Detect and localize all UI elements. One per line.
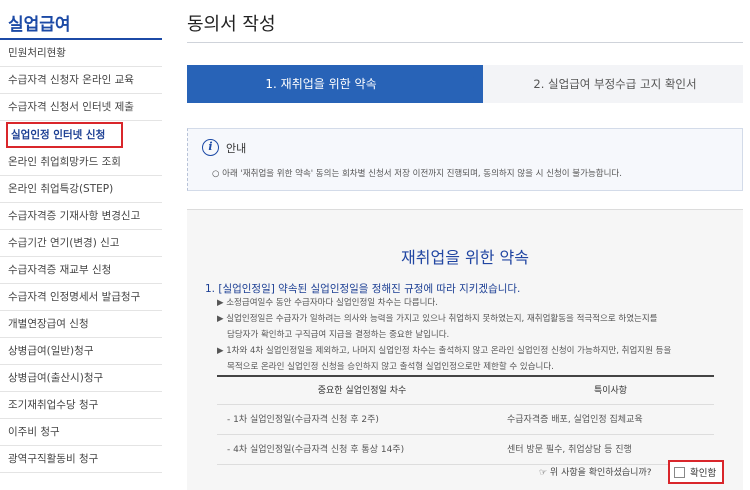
sidebar-item-reissue[interactable]: 수급자격증 재교부 신청 [0, 257, 162, 284]
sidebar-item-online-education[interactable]: 수급자격 신청자 온라인 교육 [0, 67, 162, 94]
sidebar-item-complaint-status[interactable]: 민원처리현황 [0, 40, 162, 67]
sidebar-item-job-card[interactable]: 온라인 취업희망카드 조회 [0, 149, 162, 176]
sidebar-item-change-report[interactable]: 수급자격증 기재사항 변경신고 [0, 203, 162, 230]
page-title: 동의서 작성 [187, 14, 276, 35]
confirm-checkbox-wrapper[interactable]: 확인함 [668, 460, 724, 484]
bullet-first-fourth: ▶ 1차와 4차 실업인정일을 제외하고, 나머지 실업인정 차수는 출석하지 … [217, 346, 672, 356]
sidebar-title: 실업급여 [0, 0, 162, 40]
sidebar-item-relocation[interactable]: 이주비 청구 [0, 419, 162, 446]
notice-title: 안내 [226, 141, 247, 155]
notice-header: i 안내 [202, 139, 246, 156]
notice-box: i 안내 ○ 아래 '재취업을 위한 약속' 동의는 회차별 신청서 저장 이전… [187, 128, 743, 191]
sidebar-item-unemployment-recognition[interactable]: 실업인정 인터넷 신청 [6, 122, 123, 148]
bullet-benefit-days: ▶ 소정급여일수 동안 수급자마다 실업인정일 차수는 다릅니다. [217, 298, 438, 308]
step-1-active: 1. 재취업을 위한 약속 [187, 65, 483, 103]
sidebar-item-statement[interactable]: 수급자격 인정명세서 발급청구 [0, 284, 162, 311]
sidebar-item-early-reemployment[interactable]: 조기재취업수당 청구 [0, 392, 162, 419]
section-heading: 1. [실업인정일] 약속된 실업인정일을 정해진 규정에 따라 지키겠습니다. [205, 283, 521, 295]
step-arrow [455, 65, 483, 103]
table-row: - 1차 실업인정일(수급자격 신청 후 2주) 수급자격증 배포, 실업인정 … [217, 405, 714, 435]
step-2: 2. 실업급여 부정수급 고지 확인서 [533, 77, 697, 91]
promise-title: 재취업을 위한 약속 [401, 248, 529, 267]
sidebar-item-step-lecture[interactable]: 온라인 취업특강(STEP) [0, 176, 162, 203]
notice-text: ○ 아래 '재취업을 위한 약속' 동의는 회차별 신청서 저장 이전까지 진행… [212, 169, 622, 179]
step-indicator: 1. 재취업을 위한 약속 2. 실업급여 부정수급 고지 확인서 [187, 65, 743, 103]
confirm-checkbox[interactable] [674, 466, 685, 478]
sidebar-item-sickness-general[interactable]: 상병급여(일반)청구 [0, 338, 162, 365]
title-divider [187, 42, 743, 43]
recognition-table: 중요한 실업인정일 차수 특이사항 - 1차 실업인정일(수급자격 신청 후 2… [217, 375, 714, 465]
sidebar-item-sickness-childbirth[interactable]: 상병급여(출산시)청구 [0, 365, 162, 392]
sidebar-item-period-extension[interactable]: 수급기간 연기(변경) 신고 [0, 230, 162, 257]
bullet-recognition-day: ▶ 실업인정일은 수급자가 일하려는 의사와 능력을 가지고 있으나 취업하지 … [217, 314, 658, 324]
info-icon: i [202, 139, 219, 156]
bullet-recognition-day-cont: 담당자가 확인하고 구직급여 지급을 결정하는 중요한 날입니다. [227, 330, 450, 340]
sidebar-list: 민원처리현황 수급자격 신청자 온라인 교육 수급자격 신청서 인터넷 제출 실… [0, 40, 162, 473]
table-row: - 4차 실업인정일(수급자격 신청 후 통상 14주) 센터 방문 필수, 취… [217, 435, 714, 465]
confirm-label[interactable]: 확인함 [690, 465, 716, 479]
table-cell: - 4차 실업인정일(수급자격 신청 후 통상 14주) [227, 445, 405, 455]
table-header-cell: 특이사항 [593, 386, 628, 396]
sidebar-item-internet-submit[interactable]: 수급자격 신청서 인터넷 제출 [0, 94, 162, 121]
main-content: 동의서 작성 1. 재취업을 위한 약속 2. 실업급여 부정수급 고지 확인서… [187, 0, 743, 490]
table-header-cell: 중요한 실업인정일 차수 [317, 386, 407, 396]
sidebar-item-wide-area-job-search[interactable]: 광역구직활동비 청구 [0, 446, 162, 473]
bullet-first-fourth-cont: 목적으로 온라인 실업인정 신청을 승인하지 않고 출석형 실업인정으로만 제한… [227, 362, 554, 372]
table-header-row: 중요한 실업인정일 차수 특이사항 [217, 377, 714, 405]
confirm-question: ☞ 위 사항을 확인하셨습니까? [539, 468, 652, 478]
sidebar: 실업급여 민원처리현황 수급자격 신청자 온라인 교육 수급자격 신청서 인터넷… [0, 0, 162, 490]
table-cell: - 1차 실업인정일(수급자격 신청 후 2주) [227, 415, 379, 425]
sidebar-item-extended-benefit[interactable]: 개별연장급여 신청 [0, 311, 162, 338]
table-cell: 수급자격증 배포, 실업인정 집체교육 [507, 415, 643, 425]
